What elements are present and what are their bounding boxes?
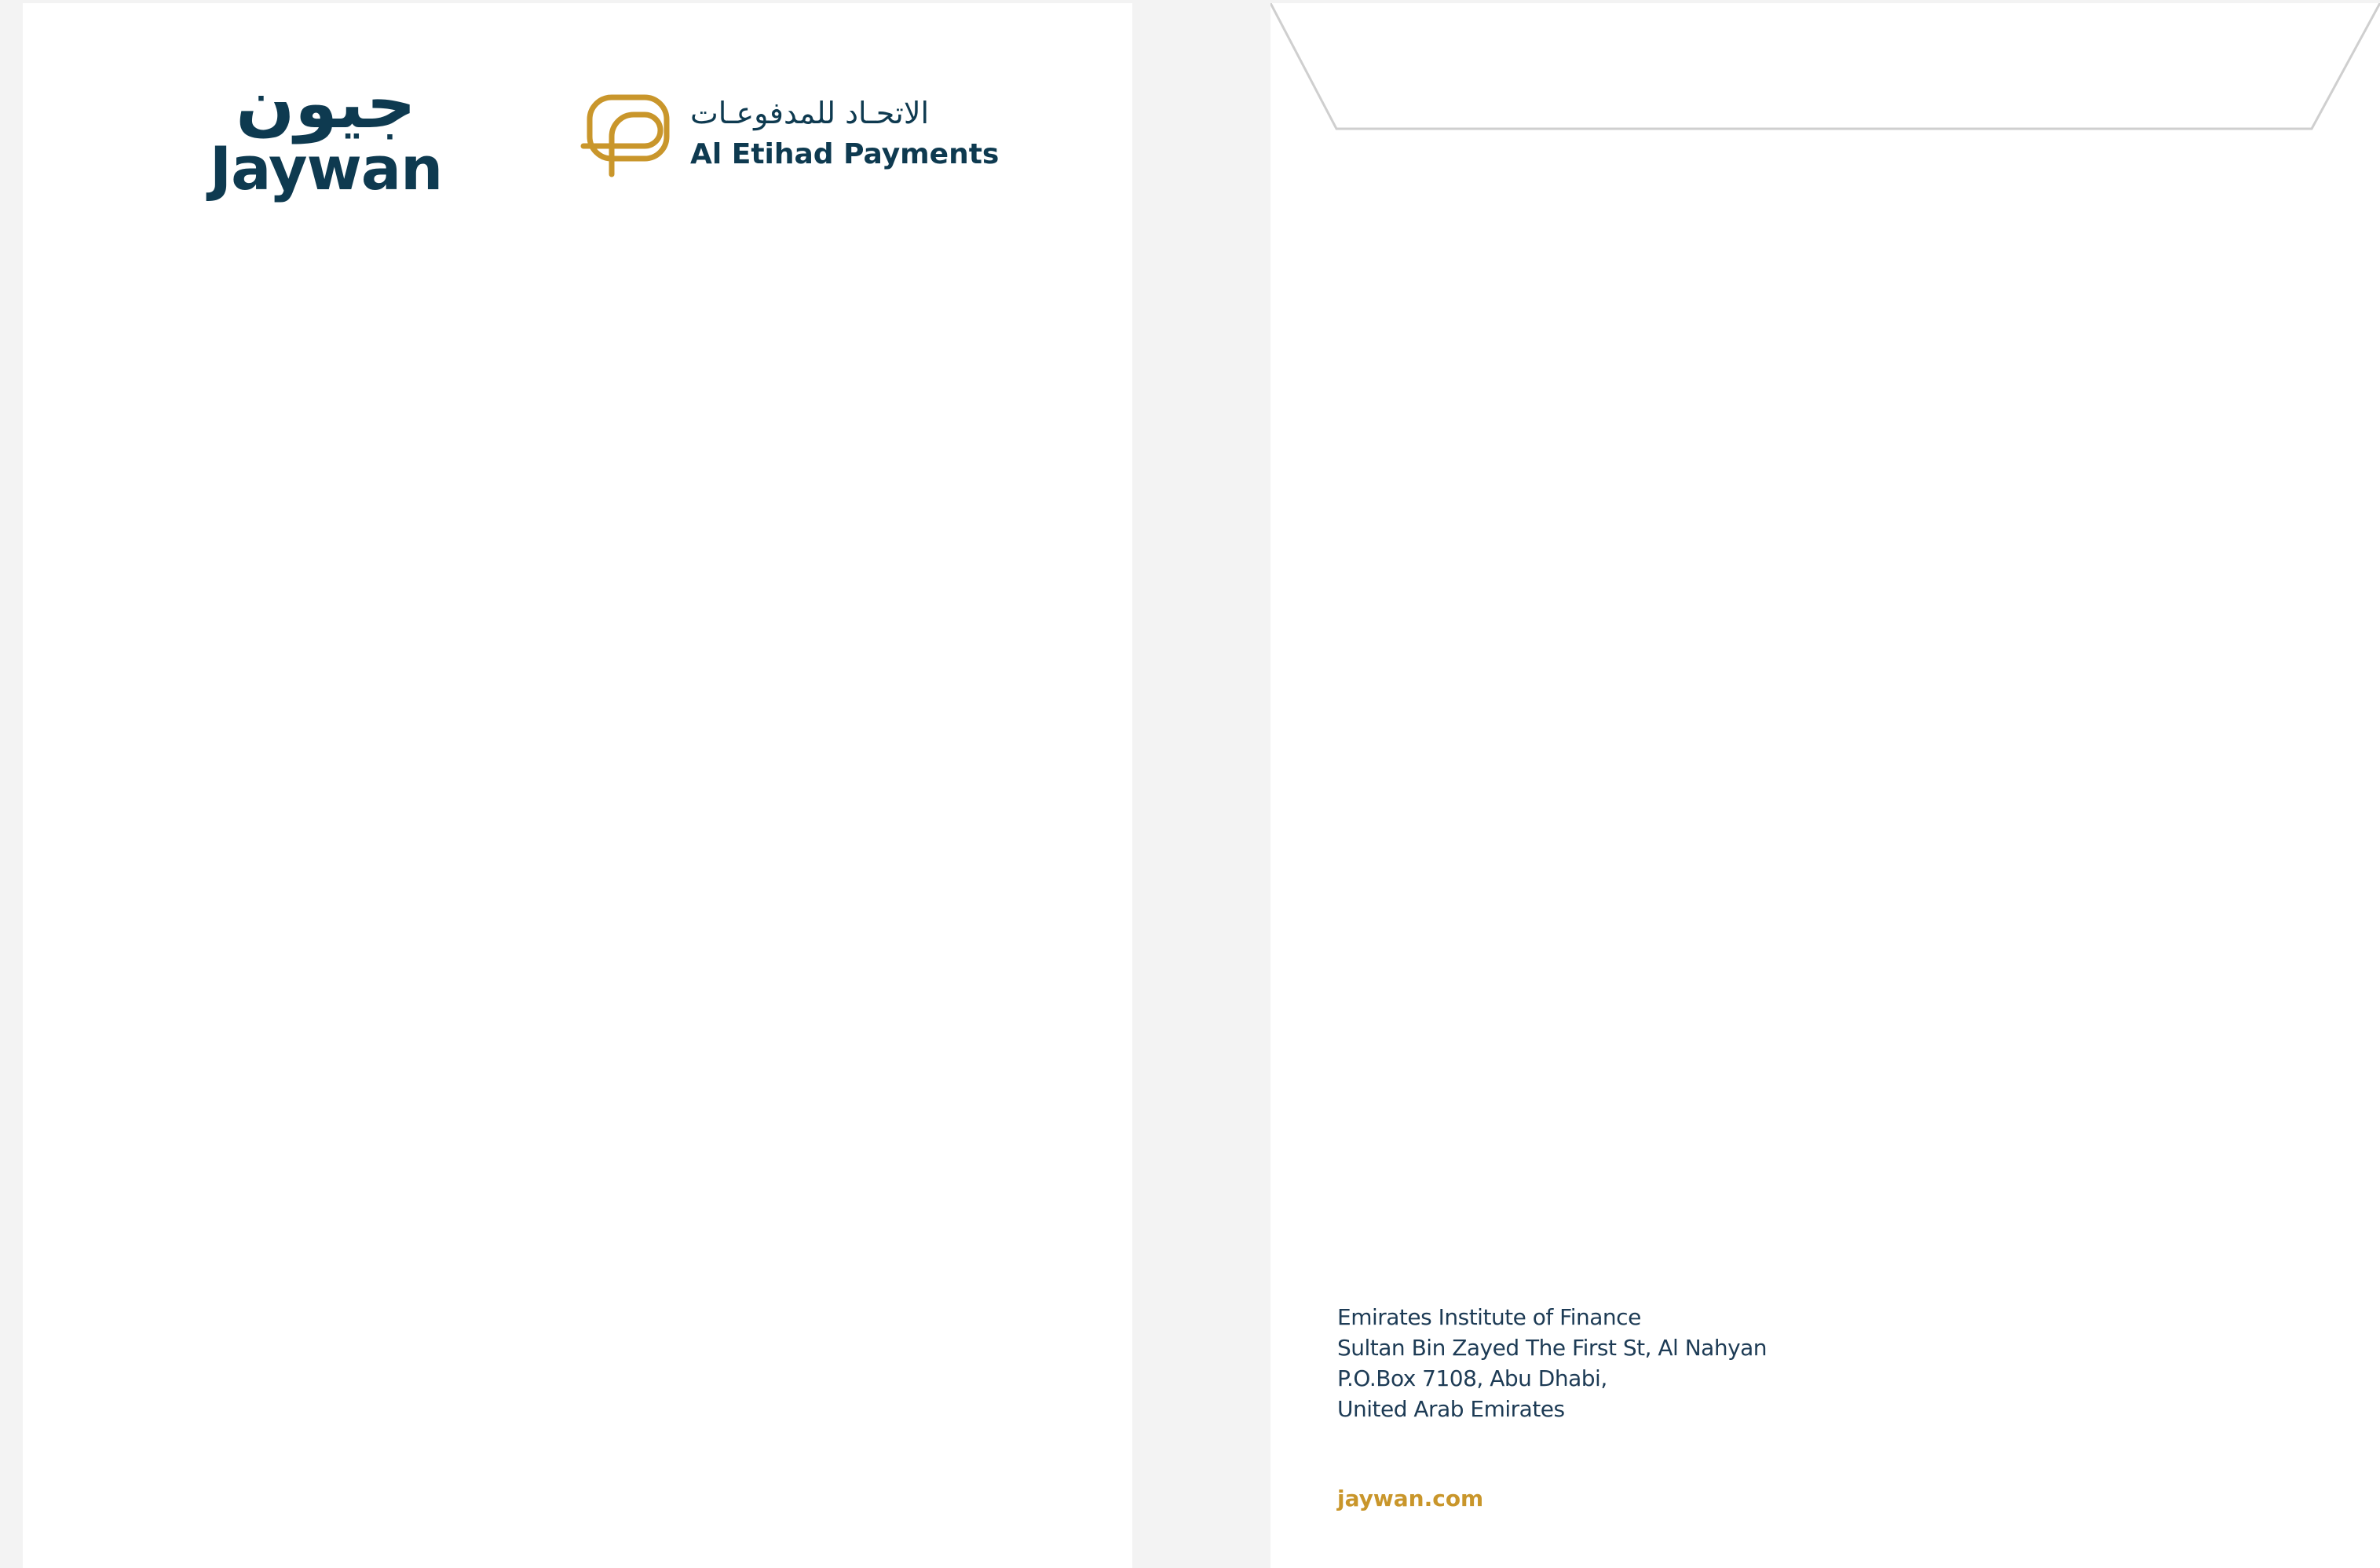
envelope-flap bbox=[1270, 3, 2380, 130]
address-line: Emirates Institute of Finance bbox=[1337, 1304, 1641, 1330]
envelope: Emirates Institute of Finance Sultan Bin… bbox=[1270, 3, 2380, 1568]
jaywan-logo: جيون Jaywan bbox=[192, 66, 459, 207]
stationery-mockup: جيون Jaywan الاتحـاد للمدفوعـات Al Etiha… bbox=[0, 0, 2380, 1568]
website-link[interactable]: jaywan.com bbox=[1337, 1485, 1483, 1513]
aep-logo-english: Al Etihad Payments bbox=[690, 138, 1000, 170]
address-line: P.O.Box 7108, Abu Dhabi, bbox=[1337, 1365, 1607, 1391]
letterhead-sheet: جيون Jaywan الاتحـاد للمدفوعـات Al Etiha… bbox=[23, 3, 1132, 1568]
address-line: Sultan Bin Zayed The First St, Al Nahyan bbox=[1337, 1335, 1768, 1361]
al-etihad-payments-logo: الاتحـاد للمدفوعـات Al Etihad Payments bbox=[580, 90, 1004, 184]
address-line: United Arab Emirates bbox=[1337, 1396, 1565, 1422]
jaywan-logo-arabic: جيون bbox=[236, 63, 416, 144]
recipient-address: Emirates Institute of Finance Sultan Bin… bbox=[1337, 1302, 2044, 1424]
jaywan-logo-english: Jaywan bbox=[209, 133, 443, 203]
aep-logo-arabic: الاتحـاد للمدفوعـات bbox=[690, 96, 930, 130]
aep-monogram-icon bbox=[580, 94, 670, 177]
